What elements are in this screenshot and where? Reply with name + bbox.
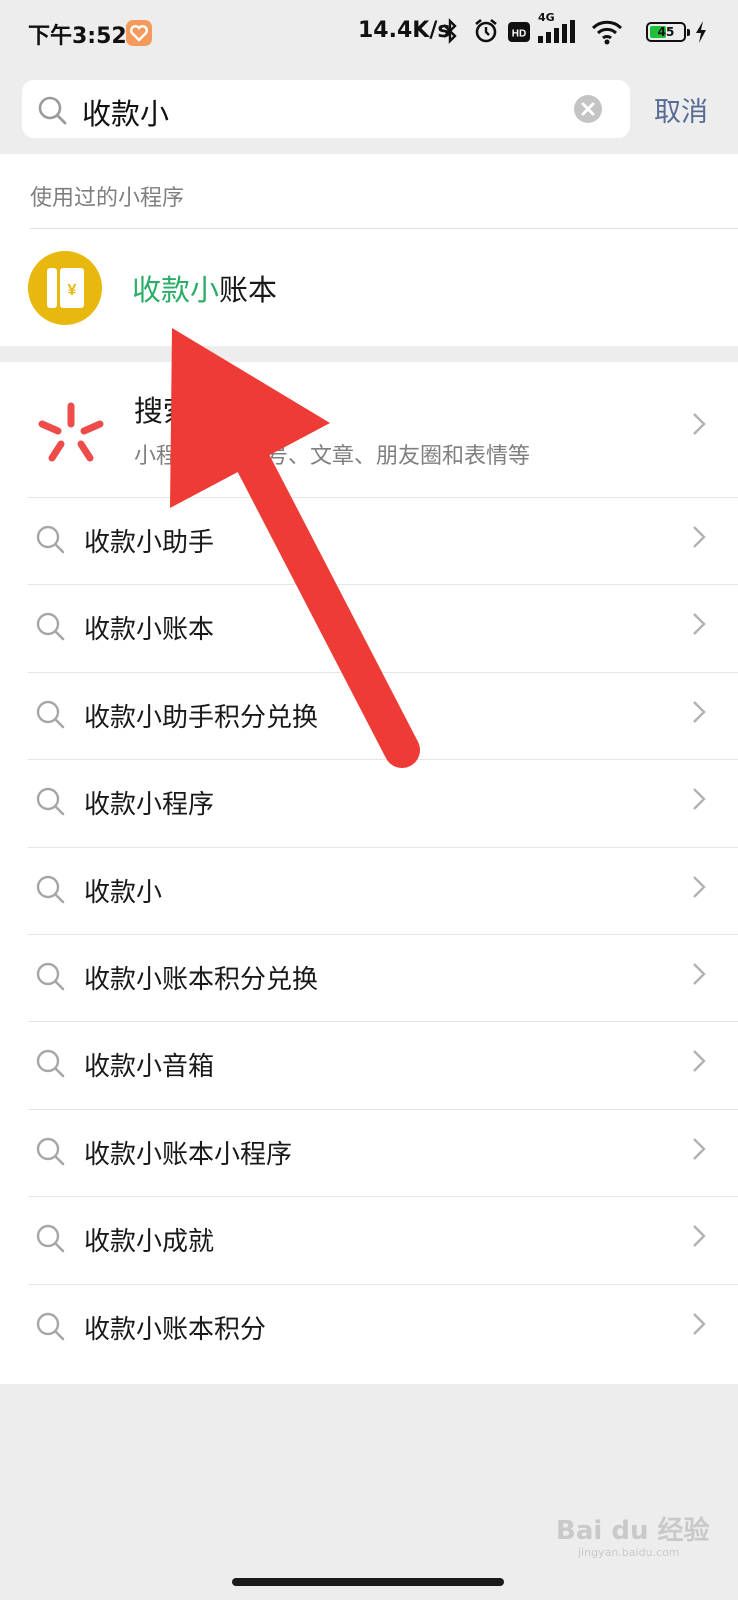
suggestion-label: 收款小 — [84, 877, 163, 908]
suggestion-label: 收款小账本小程序 — [84, 1139, 293, 1170]
chevron-right-icon — [692, 787, 706, 815]
suggestion-item[interactable]: 收款小助手 — [0, 497, 738, 585]
health-app-icon — [126, 20, 152, 46]
suggestion-item[interactable]: 收款小 — [0, 846, 738, 935]
chevron-right-icon — [692, 700, 706, 728]
chevron-right-icon — [692, 875, 706, 903]
suggestion-label: 收款小音箱 — [84, 1052, 215, 1083]
miniprogram-item[interactable]: ¥ 收款小账本 — [0, 229, 738, 346]
suggestion-item[interactable]: 收款小账本积分兑换 — [0, 934, 738, 1022]
chevron-right-icon — [692, 1049, 706, 1077]
suggestion-item[interactable]: 收款小账本小程序 — [0, 1108, 738, 1197]
svg-text:¥: ¥ — [68, 282, 77, 299]
network-type: 4G — [538, 11, 555, 24]
suggestion-item[interactable]: 收款小助手积分兑换 — [0, 671, 738, 760]
search-icon — [34, 1135, 68, 1173]
chevron-right-icon — [692, 1312, 706, 1340]
suggestion-label: 收款小成就 — [84, 1227, 215, 1258]
title-highlight: 收款小 — [192, 394, 280, 428]
search-icon — [34, 960, 68, 998]
search-icon — [34, 873, 68, 911]
divider — [28, 497, 738, 498]
used-miniprograms-section: 使用过的小程序 ¥ 收款小账本 — [0, 154, 738, 346]
global-search-subtitle: 小程序、公众号、文章、朋友圈和表情等 — [134, 444, 531, 469]
suggestion-item[interactable]: 收款小成就 — [0, 1196, 738, 1284]
title-prefix: 搜索 — [134, 394, 193, 428]
suggestion-item[interactable]: 收款小账本积分 — [0, 1283, 738, 1372]
search-bar-row: 收款小 取消 — [0, 68, 738, 154]
suggestion-item[interactable]: 收款小账本 — [0, 584, 738, 672]
net-speed: 14.4K/s — [358, 18, 451, 43]
search-icon — [34, 698, 68, 736]
bluetooth-icon — [440, 16, 460, 50]
svg-text:HD: HD — [512, 29, 526, 40]
status-bar: 下午3:52 14.4K/s HD 4G 45 — [0, 0, 738, 68]
search-results: 搜索收款小 小程序、公众号、文章、朋友圈和表情等 收款小助手 收款小账本 收款小助手… — [0, 362, 738, 1384]
battery-level: 45 — [657, 25, 675, 39]
wifi-icon — [590, 18, 624, 50]
global-search-title: 搜索收款小 — [134, 388, 279, 430]
search-icon — [34, 610, 68, 648]
chevron-right-icon — [692, 1137, 706, 1165]
suggestion-item[interactable]: 收款小音箱 — [0, 1021, 738, 1109]
suggestion-label: 收款小程序 — [84, 790, 215, 821]
search-icon — [34, 1222, 68, 1260]
search-query[interactable]: 收款小 — [82, 91, 169, 133]
search-input[interactable]: 收款小 — [22, 80, 630, 138]
name-rest: 账本 — [219, 273, 278, 307]
global-search-row[interactable]: 搜索收款小 小程序、公众号、文章、朋友圈和表情等 — [0, 362, 738, 497]
status-time: 下午3:52 — [28, 24, 127, 49]
divider — [28, 584, 738, 586]
search-icon — [34, 523, 68, 561]
watermark-logo: Bai du 经验 — [556, 1516, 710, 1546]
hd-icon: HD — [508, 22, 530, 46]
clear-icon[interactable] — [574, 95, 602, 123]
divider — [28, 1196, 738, 1198]
chevron-right-icon — [692, 1224, 706, 1252]
chevron-right-icon — [692, 612, 706, 640]
watermark-url: jingyan.baidu.com — [578, 1546, 680, 1559]
divider — [28, 1283, 738, 1285]
divider — [28, 1021, 738, 1023]
divider — [28, 759, 738, 761]
chevron-right-icon — [692, 962, 706, 990]
suggestion-label: 收款小助手积分兑换 — [84, 702, 319, 733]
search-icon — [34, 1047, 68, 1085]
suggestion-label: 收款小助手 — [84, 528, 215, 558]
section-title: 使用过的小程序 — [30, 186, 185, 211]
search-icon — [34, 785, 68, 823]
search-icon — [34, 1310, 68, 1348]
home-indicator[interactable] — [232, 1578, 504, 1586]
cancel-button[interactable]: 取消 — [654, 90, 708, 129]
suggestion-label: 收款小账本 — [84, 615, 215, 646]
search-snowflake-icon — [36, 400, 106, 474]
divider — [28, 1108, 738, 1110]
suggestion-label: 收款小账本积分 — [84, 1314, 267, 1345]
suggestion-item[interactable]: 收款小程序 — [0, 759, 738, 847]
chevron-right-icon — [692, 412, 706, 440]
search-icon — [36, 94, 70, 132]
alarm-icon — [472, 16, 500, 50]
name-highlight: 收款小 — [132, 273, 220, 307]
divider — [28, 846, 738, 848]
divider — [28, 934, 738, 935]
ledger-icon: ¥ — [28, 251, 102, 325]
charging-icon — [694, 20, 708, 48]
suggestion-label: 收款小账本积分兑换 — [84, 965, 319, 995]
divider — [28, 671, 738, 673]
miniprogram-name: 收款小账本 — [132, 267, 277, 309]
battery-icon: 45 — [646, 22, 690, 42]
chevron-right-icon — [692, 525, 706, 553]
signal-icon: 4G — [536, 11, 580, 52]
